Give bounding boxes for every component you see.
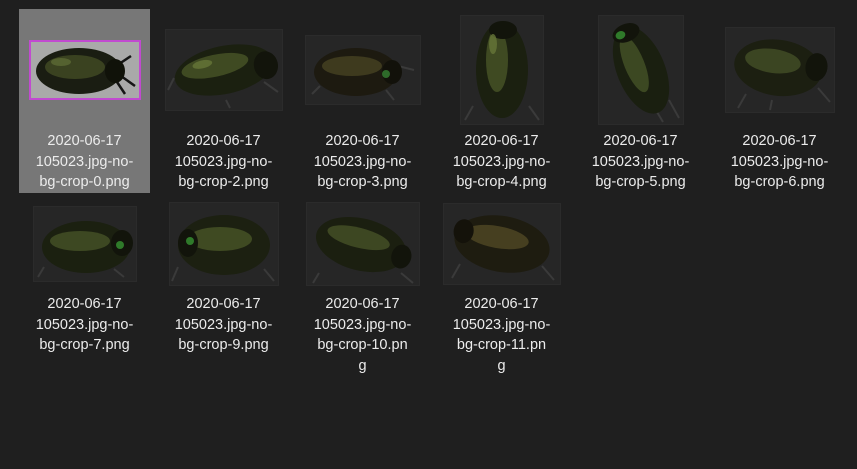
file-name: 2020-06-17 105023.jpg-no- bg-crop-0.png [35,133,134,190]
beetle-image [306,203,419,285]
file-item[interactable]: 2020-06-17 105023.jpg-no- bg-crop-11.pn … [436,200,567,380]
thumbnail-image [33,207,136,281]
thumbnail-image [305,36,420,104]
file-name: 2020-06-17 105023.jpg-no- bg-crop-3.png [313,133,412,190]
file-name: 2020-06-17 105023.jpg-no- bg-crop-11.pn … [452,296,551,374]
thumbnail-image [598,16,683,124]
file-item[interactable]: 2020-06-17 105023.jpg-no- bg-crop-3.png [297,9,428,193]
thumbnail-image [169,203,278,285]
beetle-image [305,36,420,104]
thumbnail-image [460,16,543,124]
thumbnail-image [28,40,141,100]
file-item[interactable]: 2020-06-17 105023.jpg-no- bg-crop-5.png [575,9,706,193]
beetle-image [725,28,834,112]
file-name: 2020-06-17 105023.jpg-no- bg-crop-5.png [591,133,690,190]
file-grid-view: 2020-06-17 105023.jpg-no- bg-crop-0.png … [0,0,857,469]
beetle-image [169,203,278,285]
file-item[interactable]: 2020-06-17 105023.jpg-no- bg-crop-9.png [158,200,289,360]
file-item[interactable]: 2020-06-17 105023.jpg-no- bg-crop-2.png [158,9,289,193]
thumbnail-image [306,203,419,285]
beetle-image [165,30,282,110]
file-name: 2020-06-17 105023.jpg-no- bg-crop-9.png [174,296,273,353]
thumbnail-image [725,28,834,112]
file-item[interactable]: 2020-06-17 105023.jpg-no- bg-crop-10.pn … [297,200,428,380]
beetle-image [30,42,139,98]
file-item[interactable]: 2020-06-17 105023.jpg-no- bg-crop-6.png [714,9,845,193]
thumbnail-image [165,30,282,110]
file-name: 2020-06-17 105023.jpg-no- bg-crop-6.png [730,133,829,190]
beetle-image [443,204,560,284]
file-name: 2020-06-17 105023.jpg-no- bg-crop-4.png [452,133,551,190]
thumbnail-image [443,204,560,284]
file-item[interactable]: 2020-06-17 105023.jpg-no- bg-crop-7.png [19,200,150,360]
file-name: 2020-06-17 105023.jpg-no- bg-crop-2.png [174,133,273,190]
beetle-image [460,16,543,124]
beetle-image [598,16,683,124]
file-item[interactable]: 2020-06-17 105023.jpg-no- bg-crop-4.png [436,9,567,193]
beetle-image [33,207,136,281]
file-name: 2020-06-17 105023.jpg-no- bg-crop-10.pn … [313,296,412,374]
file-item[interactable]: 2020-06-17 105023.jpg-no- bg-crop-0.png [19,9,150,193]
file-name: 2020-06-17 105023.jpg-no- bg-crop-7.png [35,296,134,353]
